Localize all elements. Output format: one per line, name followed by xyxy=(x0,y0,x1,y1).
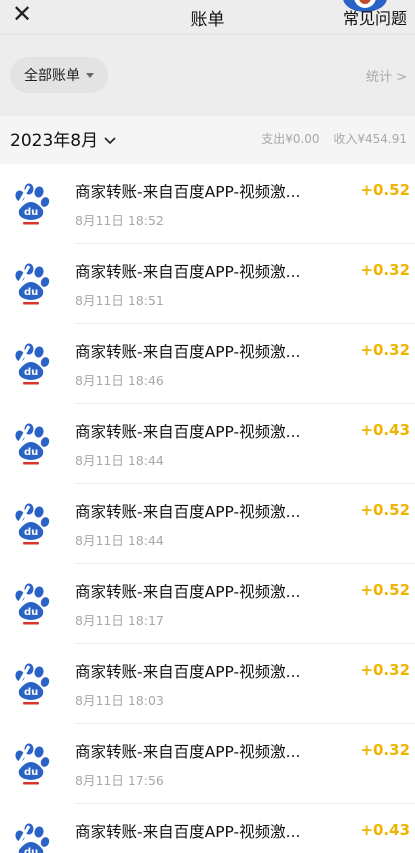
transaction-list: du 商家转账-来自百度APP-视频激... 8月11日 18:52 +0.52… xyxy=(0,164,415,853)
transaction-time: 8月11日 18:51 xyxy=(75,293,164,308)
transaction-row[interactable]: du 商家转账-来自百度APP-视频激... 8月11日 18:44 +0.52 xyxy=(0,484,415,564)
transaction-amount: +0.52 xyxy=(360,501,410,519)
transaction-time: 8月11日 17:56 xyxy=(75,773,164,788)
month-label: 2023年8月 xyxy=(10,131,99,151)
svg-text:du: du xyxy=(24,687,38,698)
svg-text:du: du xyxy=(24,767,38,778)
transaction-row[interactable]: du 商家转账-来自百度APP-视频激... 8月11日 18:46 +0.32 xyxy=(0,324,415,404)
baidu-paw-icon: du xyxy=(12,743,50,785)
baidu-paw-icon: du xyxy=(12,263,50,305)
transaction-name: 商家转账-来自百度APP-视频激... xyxy=(75,823,301,841)
faq-label: 常见问题 xyxy=(342,9,407,28)
filter-bar: 全部账单 统计 > xyxy=(0,34,415,117)
transaction-row[interactable]: du 商家转账-来自百度APP-视频激... 8月11日 17:56 +0.32 xyxy=(0,724,415,804)
transaction-amount: +0.43 xyxy=(360,421,410,439)
baidu-paw-icon: du xyxy=(12,423,50,465)
caret-down-icon xyxy=(86,72,94,78)
baidu-paw-icon: du xyxy=(12,343,50,385)
transaction-amount: +0.52 xyxy=(360,181,410,199)
transaction-name: 商家转账-来自百度APP-视频激... xyxy=(75,343,301,361)
transaction-row[interactable]: du 商家转账-来自百度APP-视频激... 8月11日 18:17 +0.52 xyxy=(0,564,415,644)
transaction-time: 8月11日 18:17 xyxy=(75,613,164,628)
transaction-row[interactable]: du 商家转账-来自百度APP-视频激... 8月11日 18:51 +0.32 xyxy=(0,244,415,324)
transaction-row[interactable]: du 商家转账-来自百度APP-视频激... 8月11日 18:44 +0.43 xyxy=(0,404,415,484)
svg-text:du: du xyxy=(24,447,38,458)
transaction-amount: +0.43 xyxy=(360,821,410,839)
transaction-time: 8月11日 18:46 xyxy=(75,373,164,388)
transaction-name: 商家转账-来自百度APP-视频激... xyxy=(75,583,301,601)
stats-link[interactable]: 统计 > xyxy=(366,66,407,85)
month-summary: 支出¥0.00 收入¥454.91 xyxy=(251,130,407,147)
transaction-name: 商家转账-来自百度APP-视频激... xyxy=(75,183,301,201)
transaction-name: 商家转账-来自百度APP-视频激... xyxy=(75,743,301,761)
top-bar: ✕ 账单 常见问题 xyxy=(0,0,415,34)
income-total: 收入¥454.91 xyxy=(333,132,407,146)
svg-text:du: du xyxy=(24,607,38,618)
transaction-amount: +0.52 xyxy=(360,581,410,599)
transaction-row[interactable]: du 商家转账-来自百度APP-视频激... 8月11日 18:03 +0.32 xyxy=(0,644,415,724)
transaction-amount: +0.32 xyxy=(360,661,410,679)
baidu-paw-icon: du xyxy=(12,823,50,853)
expense-total: 支出¥0.00 xyxy=(261,132,320,146)
transaction-row[interactable]: du 商家转账-来自百度APP-视频激... +0.43 xyxy=(0,804,415,853)
transaction-amount: +0.32 xyxy=(360,341,410,359)
transaction-amount: +0.32 xyxy=(360,741,410,759)
svg-text:du: du xyxy=(24,527,38,538)
transaction-amount: +0.32 xyxy=(360,261,410,279)
baidu-paw-icon: du xyxy=(12,503,50,545)
bill-type-filter[interactable]: 全部账单 xyxy=(10,57,108,93)
baidu-paw-icon: du xyxy=(12,183,50,225)
svg-text:du: du xyxy=(24,207,38,218)
month-header: 2023年8月 支出¥0.00 收入¥454.91 xyxy=(0,116,415,164)
transaction-name: 商家转账-来自百度APP-视频激... xyxy=(75,503,301,521)
transaction-time: 8月11日 18:03 xyxy=(75,693,164,708)
svg-text:du: du xyxy=(24,367,38,378)
svg-text:du: du xyxy=(24,287,38,298)
transaction-name: 商家转账-来自百度APP-视频激... xyxy=(75,263,301,281)
baidu-paw-icon: du xyxy=(12,663,50,705)
transaction-name: 商家转账-来自百度APP-视频激... xyxy=(75,663,301,681)
transaction-name: 商家转账-来自百度APP-视频激... xyxy=(75,423,301,441)
month-selector[interactable]: 2023年8月 xyxy=(10,126,116,151)
chevron-down-icon xyxy=(103,131,116,151)
transaction-row[interactable]: du 商家转账-来自百度APP-视频激... 8月11日 18:52 +0.52 xyxy=(0,164,415,244)
transaction-time: 8月11日 18:44 xyxy=(75,453,164,468)
transaction-time: 8月11日 18:52 xyxy=(75,213,164,228)
bill-type-label: 全部账单 xyxy=(24,68,80,84)
baidu-paw-icon: du xyxy=(12,583,50,625)
transaction-time: 8月11日 18:44 xyxy=(75,533,164,548)
svg-text:du: du xyxy=(24,847,38,853)
